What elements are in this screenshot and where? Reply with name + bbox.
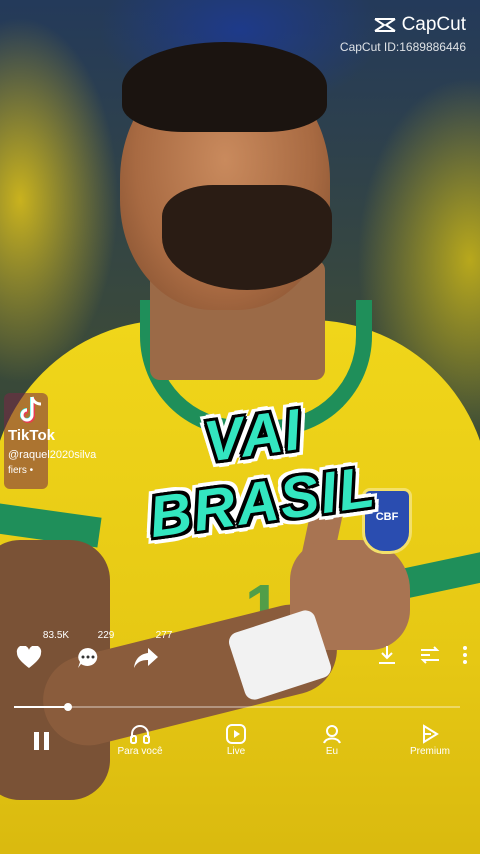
nav-label: Para você (117, 746, 163, 757)
tiktok-followers: fiers • (8, 465, 34, 476)
share-icon (134, 648, 158, 668)
nav-live[interactable]: Live (206, 724, 266, 757)
capcut-watermark: CapCut CapCut ID:1689886446 (340, 14, 466, 54)
nav-premium[interactable]: Premium (400, 724, 460, 757)
capcut-id: CapCut ID:1689886446 (339, 40, 466, 54)
capcut-brand: CapCut (401, 14, 466, 35)
download-icon[interactable] (376, 644, 398, 666)
like-count-text: 83.5K (42, 630, 70, 641)
nav-para-voce[interactable]: Para você (110, 724, 170, 757)
premium-icon (423, 724, 439, 744)
share-count: 277 (152, 630, 176, 642)
like-count: 83.5K (38, 630, 74, 642)
nav-eu[interactable]: Eu (302, 724, 362, 757)
nav-label: Premium (409, 746, 450, 757)
nav-label: Eu (325, 746, 339, 757)
comment-icon (78, 648, 98, 668)
progress-knob[interactable] (63, 703, 72, 711)
headphones-icon (130, 725, 150, 744)
comment-count-text: 229 (97, 630, 115, 641)
right-controls (376, 644, 468, 666)
capcut-logo-icon (374, 18, 396, 32)
tiktok-watermark: TikTok @raquel2020silva fiers • (4, 393, 96, 489)
share-count-text: 277 (155, 630, 173, 641)
bottom-nav: Para você Live Eu Premium (0, 718, 480, 768)
more-icon[interactable] (462, 644, 468, 666)
nav-label: Live (226, 746, 246, 757)
person-icon (323, 725, 341, 744)
progress-fill (14, 706, 68, 708)
repost-icon[interactable] (418, 644, 442, 666)
tiktok-logo-text: TikTok (8, 427, 55, 444)
heart-icon (16, 646, 42, 668)
tiktok-note-icon (20, 396, 42, 423)
comment-count: 229 (94, 630, 118, 642)
tiktok-username: @raquel2020silva (8, 449, 97, 461)
player-beard (162, 185, 332, 290)
playback-progress[interactable] (14, 703, 460, 711)
play-circle-icon (226, 724, 246, 744)
player-hair (122, 42, 327, 132)
